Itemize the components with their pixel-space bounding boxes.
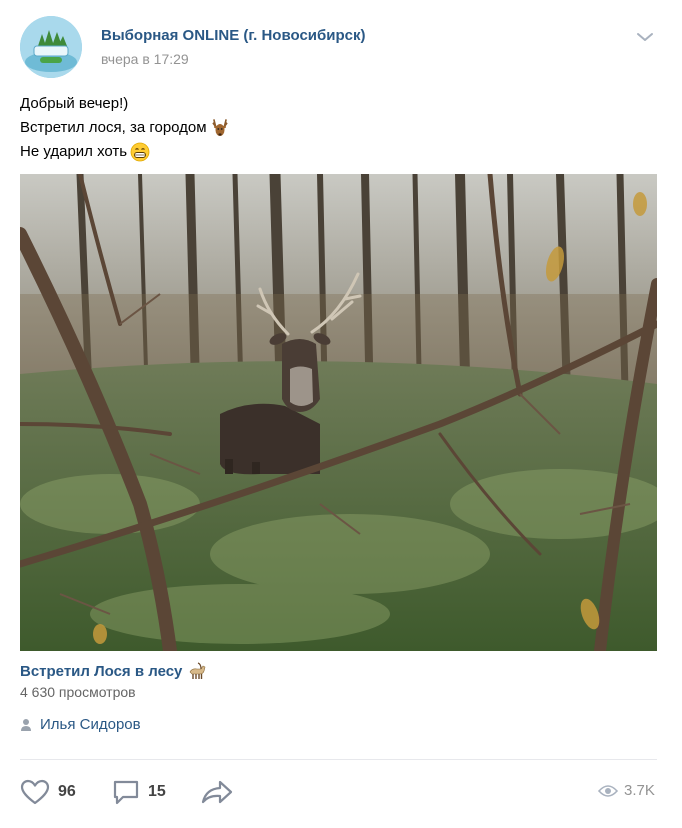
comment-count: 15 bbox=[148, 783, 166, 800]
share-button[interactable] bbox=[201, 777, 233, 807]
grinning-face-emoji-icon bbox=[130, 142, 150, 162]
video-view-count: 4 630 просмотров bbox=[20, 684, 136, 700]
post-signer[interactable]: Илья Сидоров bbox=[20, 716, 141, 733]
post-text-line-3: Не ударил хоть bbox=[20, 143, 128, 160]
group-avatar[interactable] bbox=[20, 16, 82, 78]
post-timestamp[interactable]: вчера в 17:29 bbox=[101, 51, 189, 67]
post-text-line: Добрый вечер!) bbox=[20, 92, 640, 116]
like-button[interactable]: 96 bbox=[20, 777, 76, 807]
post-text-line: Не ударил хоть bbox=[20, 140, 640, 164]
footer-divider bbox=[20, 759, 657, 760]
comment-icon bbox=[113, 780, 139, 805]
post-views-count: 3.7K bbox=[624, 782, 655, 799]
video-title-link[interactable]: Встретил Лося в лесу bbox=[20, 661, 207, 681]
post-text-line-1: Добрый вечер!) bbox=[20, 95, 129, 112]
signer-name[interactable]: Илья Сидоров bbox=[40, 716, 141, 733]
share-icon bbox=[201, 780, 233, 804]
group-logo-icon bbox=[20, 16, 82, 78]
video-player[interactable] bbox=[20, 174, 657, 651]
wall-post: Выборная ONLINE (г. Новосибирск) вчера в… bbox=[0, 0, 682, 828]
post-views: 3.7K bbox=[598, 782, 655, 799]
heart-icon bbox=[20, 779, 50, 805]
video-title[interactable]: Встретил Лося в лесу bbox=[20, 663, 182, 680]
post-text: Добрый вечер!) Встретил лося, за городом… bbox=[20, 92, 640, 164]
post-text-line-2: Встретил лося, за городом bbox=[20, 119, 207, 136]
comment-button[interactable]: 15 bbox=[112, 777, 166, 807]
eye-icon bbox=[598, 784, 618, 797]
like-count: 96 bbox=[58, 783, 76, 800]
author-name[interactable]: Выборная ONLINE (г. Новосибирск) bbox=[101, 27, 366, 44]
person-icon bbox=[21, 718, 31, 731]
post-text-line: Встретил лося, за городом bbox=[20, 116, 640, 140]
post-menu-button[interactable] bbox=[634, 28, 656, 46]
chevron-down-icon bbox=[637, 33, 653, 41]
deer-emoji-icon bbox=[211, 119, 228, 136]
video-thumbnail bbox=[20, 174, 657, 651]
goat-emoji-icon bbox=[190, 662, 206, 679]
